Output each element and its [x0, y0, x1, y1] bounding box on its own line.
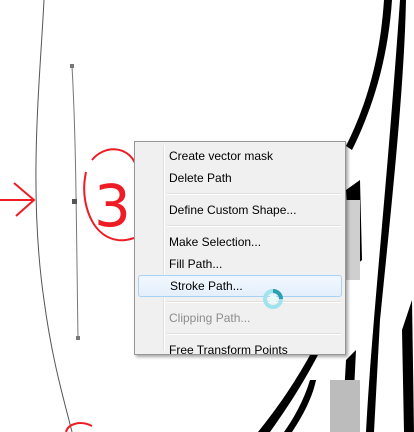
- anchor-point-bottom[interactable]: [76, 336, 80, 340]
- menu-item-make-selection[interactable]: Make Selection...: [137, 231, 343, 253]
- menu-separator: [167, 301, 341, 303]
- screentone-area: [330, 380, 360, 432]
- red-arrow-annotation: [0, 182, 36, 217]
- menu-separator: [167, 193, 341, 195]
- menu-item-fill-path[interactable]: Fill Path...: [137, 253, 343, 275]
- menu-item-free-transform-points[interactable]: Free Transform Points: [137, 339, 343, 361]
- busy-spinner-icon: [263, 289, 283, 309]
- annotation-number: 3: [94, 172, 131, 240]
- anchor-point-middle[interactable]: [72, 199, 77, 204]
- path-context-menu: Create vector mask Delete Path Define Cu…: [134, 141, 346, 357]
- menu-separator: [167, 225, 341, 227]
- screentone-area-2: [346, 200, 360, 280]
- menu-item-clipping-path: Clipping Path...: [169, 311, 251, 325]
- menu-separator: [167, 333, 341, 335]
- menu-item-create-vector-mask[interactable]: Create vector mask: [137, 145, 343, 167]
- menu-item-delete-path[interactable]: Delete Path: [137, 167, 343, 189]
- menu-item-stroke-path[interactable]: Stroke Path...: [138, 275, 342, 297]
- vector-path-curve[interactable]: [35, 0, 73, 432]
- anchor-point-top[interactable]: [70, 64, 74, 68]
- menu-item-define-custom-shape[interactable]: Define Custom Shape...: [137, 199, 343, 221]
